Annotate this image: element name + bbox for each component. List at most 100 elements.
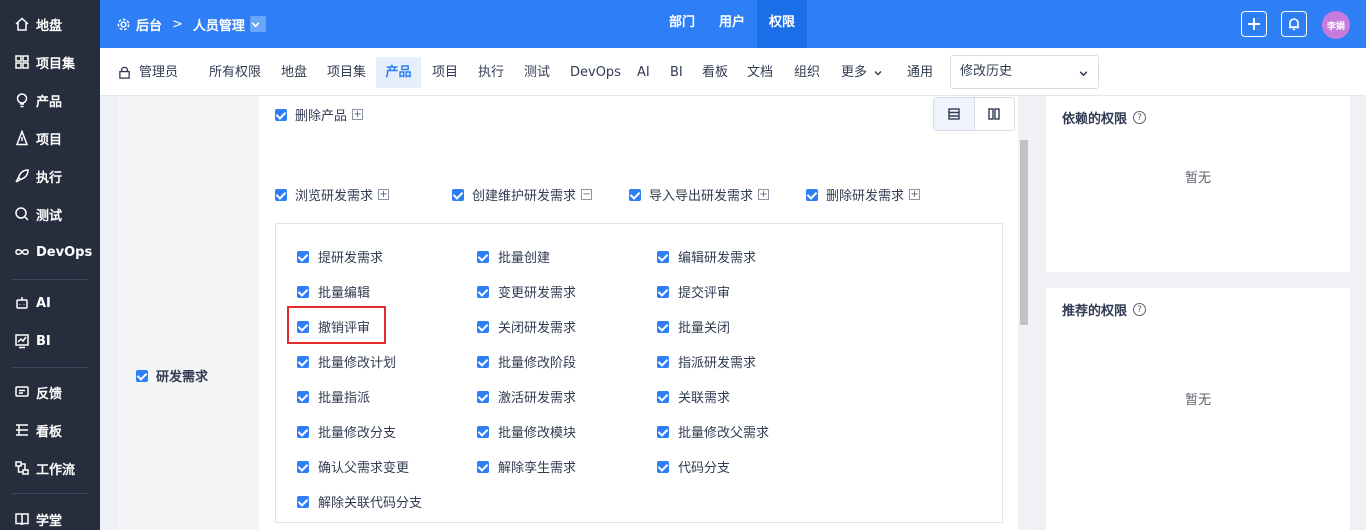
- expand-icon[interactable]: +: [758, 189, 770, 200]
- help-icon[interactable]: ?: [1133, 111, 1147, 124]
- subnav-kanban[interactable]: 看板: [696, 57, 734, 88]
- perm-manage-story[interactable]: 创建维护研发需求 −: [452, 185, 593, 204]
- sidebar-item-kanban[interactable]: 看板: [0, 411, 100, 449]
- sidebar-item-workflow[interactable]: 工作流: [0, 449, 100, 487]
- sidebar-item-dashboard[interactable]: 地盘: [0, 5, 100, 43]
- expand-icon[interactable]: +: [909, 189, 921, 200]
- sidebar-item-devops[interactable]: DevOps: [0, 233, 100, 271]
- subnav-ai[interactable]: AI: [631, 57, 656, 88]
- perm-sub-item[interactable]: 批量修改分支: [297, 422, 396, 441]
- sidebar-item-school[interactable]: 学堂: [0, 500, 100, 530]
- checkbox[interactable]: [275, 108, 287, 121]
- perm-sub-item[interactable]: 批量修改阶段: [477, 352, 576, 371]
- tab-user[interactable]: 用户: [707, 0, 757, 48]
- checkbox[interactable]: [297, 425, 309, 438]
- checkbox[interactable]: [629, 188, 641, 201]
- column-view-button[interactable]: [975, 98, 1015, 130]
- perm-sub-item[interactable]: 提研发需求: [297, 247, 383, 266]
- sidebar-item-bi[interactable]: BI: [0, 322, 100, 360]
- checkbox[interactable]: [657, 355, 669, 368]
- checkbox[interactable]: [297, 285, 309, 298]
- perm-sub-item[interactable]: 批量编辑: [297, 282, 370, 301]
- perm-sub-item[interactable]: 关联需求: [657, 387, 730, 406]
- checkbox[interactable]: [297, 355, 309, 368]
- checkbox[interactable]: [477, 390, 489, 403]
- checkbox[interactable]: [297, 250, 309, 263]
- checkbox[interactable]: [477, 460, 489, 473]
- sidebar-item-product[interactable]: 产品: [0, 81, 100, 119]
- sidebar-item-program[interactable]: 项目集: [0, 43, 100, 81]
- subnav-doc[interactable]: 文档: [741, 57, 779, 88]
- tab-permission[interactable]: 权限: [757, 0, 808, 48]
- subnav-program[interactable]: 项目集: [321, 57, 372, 88]
- perm-sub-item[interactable]: 解除孪生需求: [477, 457, 576, 476]
- subnav-bi[interactable]: BI: [664, 57, 689, 88]
- chevron-down-icon[interactable]: [249, 16, 266, 32]
- perm-sub-item[interactable]: 指派研发需求: [657, 352, 756, 371]
- subnav-admin[interactable]: 管理员: [112, 57, 184, 88]
- perm-sub-item[interactable]: 批量关闭: [657, 317, 730, 336]
- checkbox[interactable]: [477, 425, 489, 438]
- perm-sub-item[interactable]: 批量指派: [297, 387, 370, 406]
- subnav-all-permissions[interactable]: 所有权限: [203, 57, 267, 88]
- collapse-icon[interactable]: −: [581, 189, 593, 200]
- checkbox[interactable]: [657, 285, 669, 298]
- tab-department[interactable]: 部门: [657, 0, 707, 48]
- subnav-devops[interactable]: DevOps: [564, 57, 627, 88]
- checkbox[interactable]: [657, 250, 669, 263]
- perm-browse-story[interactable]: 浏览研发需求 +: [275, 185, 390, 204]
- add-button[interactable]: [1241, 11, 1267, 37]
- breadcrumb-root[interactable]: 后台: [136, 15, 162, 34]
- checkbox[interactable]: [297, 460, 309, 473]
- checkbox[interactable]: [136, 369, 148, 382]
- help-icon[interactable]: ?: [1133, 303, 1147, 316]
- perm-sub-item[interactable]: 变更研发需求: [477, 282, 576, 301]
- list-view-button[interactable]: [934, 98, 975, 130]
- expand-icon[interactable]: +: [378, 189, 390, 200]
- subnav-test[interactable]: 测试: [518, 57, 556, 88]
- perm-sub-item[interactable]: 批量修改模块: [477, 422, 576, 441]
- checkbox[interactable]: [806, 188, 818, 201]
- sidebar-item-execution[interactable]: 执行: [0, 157, 100, 195]
- perm-sub-item[interactable]: 确认父需求变更: [297, 457, 409, 476]
- subnav-more[interactable]: 更多: [835, 57, 889, 88]
- sidebar-item-test[interactable]: 测试: [0, 195, 100, 233]
- checkbox[interactable]: [657, 390, 669, 403]
- checkbox[interactable]: [297, 495, 309, 508]
- perm-import-export-story[interactable]: 导入导出研发需求 +: [629, 185, 770, 204]
- subnav-product[interactable]: 产品: [376, 57, 421, 88]
- subnav-dashboard[interactable]: 地盘: [275, 57, 313, 88]
- perm-sub-item[interactable]: 批量修改计划: [297, 352, 396, 371]
- perm-sub-item[interactable]: 解除关联代码分支: [297, 492, 422, 511]
- expand-icon[interactable]: +: [352, 109, 364, 120]
- subnav-org[interactable]: 组织: [788, 57, 826, 88]
- subnav-general[interactable]: 通用: [901, 57, 939, 88]
- checkbox[interactable]: [275, 188, 287, 201]
- checkbox[interactable]: [477, 285, 489, 298]
- breadcrumb-current[interactable]: 人员管理: [193, 15, 245, 34]
- checkbox[interactable]: [477, 250, 489, 263]
- sidebar-item-feedback[interactable]: 反馈: [0, 373, 100, 411]
- checkbox[interactable]: [297, 390, 309, 403]
- scrollbar-thumb[interactable]: [1020, 140, 1028, 325]
- checkbox[interactable]: [657, 460, 669, 473]
- history-select[interactable]: 修改历史: [950, 55, 1099, 89]
- perm-sub-item[interactable]: 批量修改父需求: [657, 422, 769, 441]
- perm-sub-item[interactable]: 编辑研发需求: [657, 247, 756, 266]
- group-story[interactable]: 研发需求: [136, 366, 208, 385]
- perm-sub-item[interactable]: 提交评审: [657, 282, 730, 301]
- perm-delete-product[interactable]: 删除产品 +: [275, 105, 364, 124]
- checkbox[interactable]: [657, 320, 669, 333]
- checkbox[interactable]: [477, 355, 489, 368]
- perm-sub-item[interactable]: 代码分支: [657, 457, 730, 476]
- perm-sub-item[interactable]: 批量创建: [477, 247, 550, 266]
- checkbox[interactable]: [657, 425, 669, 438]
- sidebar-item-project[interactable]: 项目: [0, 119, 100, 157]
- sidebar-item-ai[interactable]: AI: [0, 284, 100, 322]
- checkbox[interactable]: [452, 188, 464, 201]
- perm-delete-story[interactable]: 删除研发需求 +: [806, 185, 921, 204]
- perm-sub-item[interactable]: 关闭研发需求: [477, 317, 576, 336]
- subnav-project[interactable]: 项目: [426, 57, 464, 88]
- avatar[interactable]: 李娟: [1322, 11, 1350, 39]
- checkbox[interactable]: [477, 320, 489, 333]
